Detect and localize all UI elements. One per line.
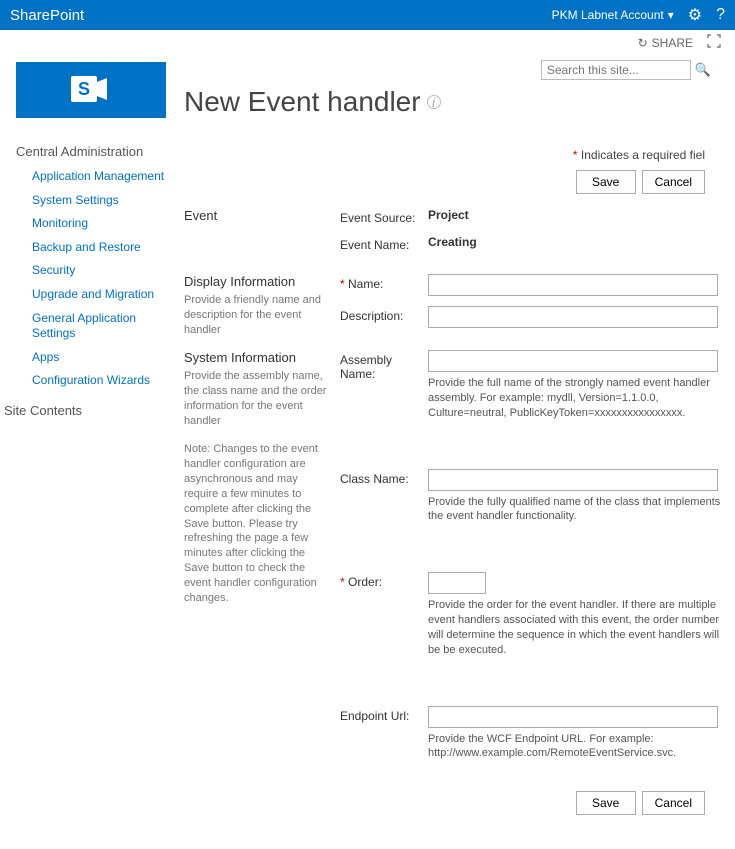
- section-display-info: Display Information Provide a friendly n…: [184, 274, 340, 338]
- nav-item-apps[interactable]: Apps: [2, 346, 178, 370]
- left-column: S Central Administration Application Man…: [2, 56, 178, 829]
- section-system: System Information Provide the assembly …: [184, 350, 725, 771]
- name-label: * Name:: [340, 274, 428, 291]
- command-bar: ↻ SHARE: [0, 30, 735, 56]
- order-input[interactable]: [428, 572, 486, 594]
- field-endpoint: Endpoint Url: Provide the WCF Endpoint U…: [340, 706, 725, 762]
- search-icon[interactable]: 🔍: [695, 62, 711, 78]
- endpoint-value: Provide the WCF Endpoint URL. For exampl…: [428, 706, 725, 762]
- section-system-info: System Information Provide the assembly …: [184, 350, 340, 771]
- field-class: Class Name: Provide the fully qualified …: [340, 469, 725, 525]
- section-event: Event Event Source: Project Event Name: …: [184, 208, 725, 262]
- section-event-info: Event: [184, 208, 340, 262]
- field-event-source: Event Source: Project: [340, 208, 725, 225]
- assembly-help: Provide the full name of the strongly na…: [428, 376, 725, 421]
- nav-heading-site-contents[interactable]: Site Contents: [2, 401, 178, 424]
- section-event-fields: Event Source: Project Event Name: Creati…: [340, 208, 725, 262]
- field-assembly: Assembly Name: Provide the full name of …: [340, 350, 725, 421]
- chevron-down-icon: ▾: [668, 8, 674, 22]
- required-note: * Indicates a required fiel: [184, 148, 725, 162]
- class-input[interactable]: [428, 469, 718, 491]
- assembly-input[interactable]: [428, 350, 718, 372]
- field-order: * Order: Provide the order for the event…: [340, 572, 725, 657]
- class-help: Provide the fully qualified name of the …: [428, 495, 725, 525]
- share-label: SHARE: [652, 36, 693, 50]
- button-row-top: Save Cancel: [184, 162, 725, 208]
- content-wrapper: S Central Administration Application Man…: [0, 56, 735, 849]
- section-display-fields: * Name: Description:: [340, 274, 725, 338]
- endpoint-label: Endpoint Url:: [340, 706, 428, 723]
- section-event-title: Event: [184, 208, 328, 223]
- order-label: * Order:: [340, 572, 428, 589]
- class-value: Provide the fully qualified name of the …: [428, 469, 725, 525]
- event-name-label: Event Name:: [340, 235, 428, 252]
- section-system-fields: Assembly Name: Provide the full name of …: [340, 350, 725, 771]
- account-menu[interactable]: PKM Labnet Account ▾: [552, 8, 674, 22]
- suite-bar-right: PKM Labnet Account ▾ ⚙ ?: [552, 5, 725, 25]
- svg-text:S: S: [78, 79, 90, 99]
- description-label: Description:: [340, 306, 428, 323]
- endpoint-input[interactable]: [428, 706, 718, 728]
- section-display-desc: Provide a friendly name and description …: [184, 293, 328, 338]
- section-display: Display Information Provide a friendly n…: [184, 274, 725, 338]
- nav-item-security[interactable]: Security: [2, 259, 178, 283]
- section-system-desc: Provide the assembly name, the class nam…: [184, 369, 328, 428]
- share-icon: ↻: [638, 36, 648, 50]
- account-name: PKM Labnet Account: [552, 8, 664, 22]
- nav-item-monitoring[interactable]: Monitoring: [2, 212, 178, 236]
- focus-icon[interactable]: [707, 34, 721, 51]
- button-row-bottom: Save Cancel: [184, 783, 725, 829]
- nav-item-config-wizards[interactable]: Configuration Wizards: [2, 369, 178, 393]
- nav-heading-central-admin: Central Administration: [2, 142, 178, 165]
- suite-bar: SharePoint PKM Labnet Account ▾ ⚙ ?: [0, 0, 735, 30]
- event-source-value: Project: [428, 208, 725, 222]
- cancel-button-top[interactable]: Cancel: [642, 170, 705, 194]
- description-value: [428, 306, 725, 328]
- nav-item-app-management[interactable]: Application Management: [2, 165, 178, 189]
- assembly-value: Provide the full name of the strongly na…: [428, 350, 725, 421]
- info-icon[interactable]: i: [427, 95, 441, 109]
- share-button[interactable]: ↻ SHARE: [638, 36, 693, 50]
- nav-item-upgrade-migration[interactable]: Upgrade and Migration: [2, 283, 178, 307]
- name-input[interactable]: [428, 274, 718, 296]
- sharepoint-logo[interactable]: S: [16, 62, 166, 118]
- order-help: Provide the order for the event handler.…: [428, 598, 725, 657]
- event-name-value: Creating: [428, 235, 725, 249]
- help-icon[interactable]: ?: [716, 6, 725, 24]
- field-event-name: Event Name: Creating: [340, 235, 725, 252]
- nav-item-backup-restore[interactable]: Backup and Restore: [2, 236, 178, 260]
- class-label: Class Name:: [340, 469, 428, 486]
- event-source-label: Event Source:: [340, 208, 428, 225]
- main-column: 🔍 New Event handler i * Indicates a requ…: [178, 56, 725, 829]
- search-input[interactable]: [541, 60, 691, 80]
- search-row: 🔍: [184, 56, 725, 80]
- description-input[interactable]: [428, 306, 718, 328]
- name-value: [428, 274, 725, 296]
- required-text: Indicates a required fiel: [578, 148, 705, 162]
- section-system-title: System Information: [184, 350, 328, 365]
- nav-item-system-settings[interactable]: System Settings: [2, 189, 178, 213]
- brand-label: SharePoint: [10, 7, 84, 24]
- nav-item-general-app-settings[interactable]: General Application Settings: [2, 307, 178, 346]
- gear-icon[interactable]: ⚙: [688, 5, 702, 25]
- page-title-text: New Event handler: [184, 86, 421, 118]
- field-description: Description:: [340, 306, 725, 328]
- page-title: New Event handler i: [184, 86, 725, 118]
- field-name: * Name:: [340, 274, 725, 296]
- assembly-label: Assembly Name:: [340, 350, 428, 381]
- section-display-title: Display Information: [184, 274, 328, 289]
- save-button-bottom[interactable]: Save: [576, 791, 636, 815]
- order-value: Provide the order for the event handler.…: [428, 572, 725, 657]
- cancel-button-bottom[interactable]: Cancel: [642, 791, 705, 815]
- save-button-top[interactable]: Save: [576, 170, 636, 194]
- section-system-note: Note: Changes to the event handler confi…: [184, 442, 328, 605]
